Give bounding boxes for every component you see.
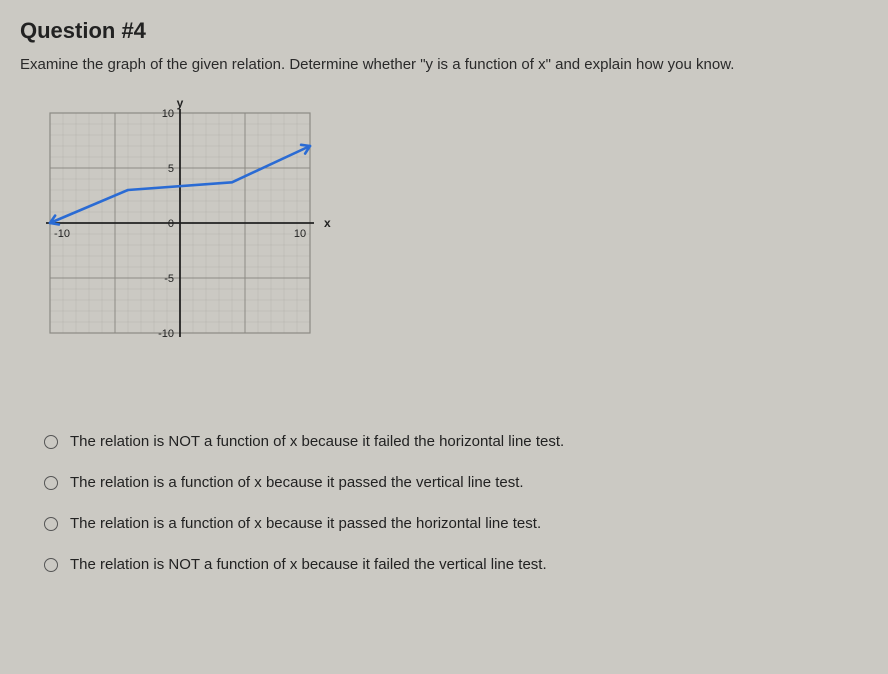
svg-text:-10: -10 <box>158 328 174 340</box>
option-b[interactable]: The relation is a function of x because … <box>44 474 868 491</box>
option-d[interactable]: The relation is NOT a function of x beca… <box>44 556 868 573</box>
radio-icon <box>44 517 58 531</box>
svg-text:10: 10 <box>294 228 306 240</box>
svg-text:-10: -10 <box>54 228 70 240</box>
svg-text:x: x <box>324 216 331 230</box>
svg-text:0: 0 <box>168 218 174 230</box>
svg-text:10: 10 <box>162 108 174 120</box>
radio-icon <box>44 476 58 490</box>
option-label: The relation is NOT a function of x beca… <box>70 433 564 450</box>
option-label: The relation is a function of x because … <box>70 474 524 491</box>
graph-svg: -10-50510-1010yx <box>28 93 348 353</box>
option-a[interactable]: The relation is NOT a function of x beca… <box>44 433 868 450</box>
question-title: Question #4 <box>20 18 868 44</box>
svg-text:-5: -5 <box>164 273 174 285</box>
svg-text:5: 5 <box>168 163 174 175</box>
option-label: The relation is NOT a function of x beca… <box>70 556 547 573</box>
question-prompt: Examine the graph of the given relation.… <box>20 56 868 73</box>
graph-chart: -10-50510-1010yx <box>28 93 868 353</box>
radio-icon <box>44 435 58 449</box>
svg-text:y: y <box>177 96 184 110</box>
radio-icon <box>44 558 58 572</box>
option-c[interactable]: The relation is a function of x because … <box>44 515 868 532</box>
option-label: The relation is a function of x because … <box>70 515 541 532</box>
answer-options: The relation is NOT a function of x beca… <box>44 433 868 573</box>
